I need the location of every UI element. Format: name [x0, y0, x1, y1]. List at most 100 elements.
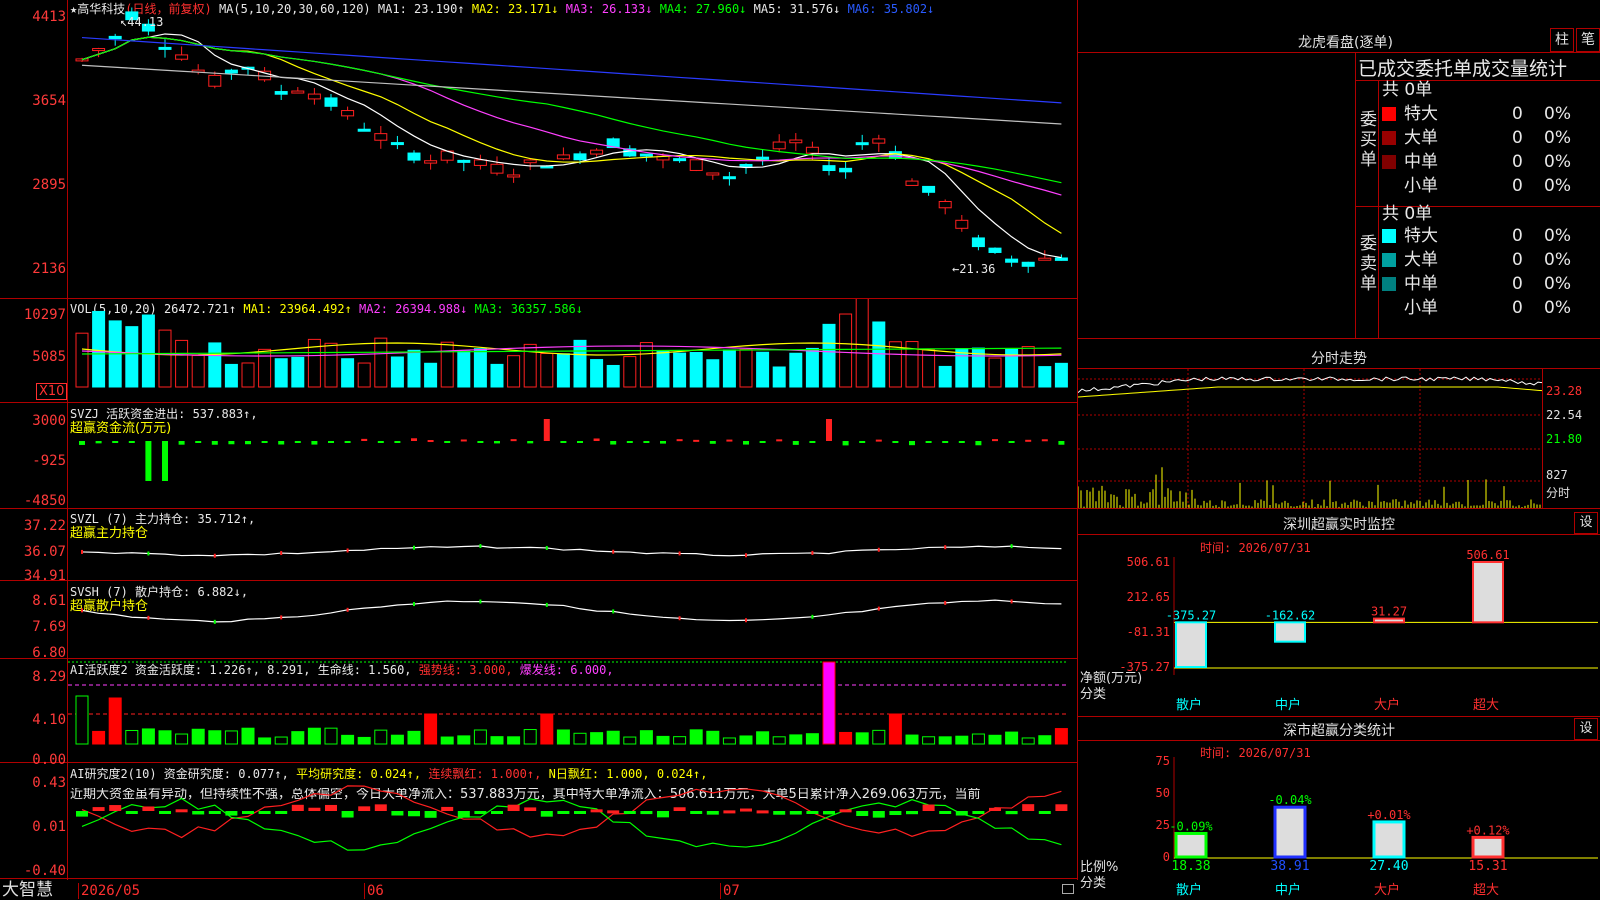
volume-bar [623, 356, 637, 388]
activity-bar [556, 729, 570, 745]
candle-body [307, 93, 321, 100]
research-bar [773, 811, 786, 815]
candle-body [905, 180, 919, 186]
research-bar [1022, 804, 1035, 811]
activity-bar [258, 737, 272, 745]
lock-icon[interactable] [1062, 884, 1074, 894]
volume-chart[interactable] [68, 299, 1077, 402]
monitor-xlabel: 分类 [1080, 687, 1107, 702]
research-bar [706, 811, 719, 815]
ma1-line [81, 33, 1062, 259]
candle-body [274, 91, 288, 95]
stats-bar [1273, 805, 1307, 859]
ai-activity-chart[interactable] [68, 659, 1077, 762]
ma2-line [81, 36, 1062, 234]
monitor-bar [1373, 617, 1405, 624]
svzj-chart[interactable] [68, 403, 1077, 508]
candle-body [988, 247, 1002, 253]
research-bar [1038, 811, 1051, 814]
fund-flow-bar [610, 441, 617, 445]
position-tick [745, 553, 747, 558]
activity-bar [905, 734, 919, 745]
order-percent: 0% [1544, 298, 1571, 318]
fund-flow-bar [826, 419, 832, 441]
candle-body [822, 165, 836, 171]
ai-activity-axis-label: 4.10 [32, 712, 66, 728]
research-bar [607, 810, 620, 814]
research-bar [955, 811, 968, 816]
fund-flow-bar [958, 441, 965, 443]
svzl-axis-label: 37.22 [23, 518, 66, 534]
svzl-chart[interactable] [68, 509, 1077, 580]
legend-swatch [1382, 277, 1396, 291]
stats-title: 深市超赢分类统计 [1283, 723, 1395, 739]
ai-research-chart[interactable] [68, 763, 1077, 878]
candle-body [374, 133, 388, 141]
monitor-settings-button[interactable]: 设 [1574, 512, 1598, 534]
volume-bar [756, 351, 770, 388]
position-tick [1010, 544, 1013, 549]
candle-body [390, 142, 404, 146]
fund-flow-bar [328, 441, 334, 443]
intraday-chart[interactable] [1078, 369, 1542, 509]
volume-bar [739, 348, 753, 388]
research-bar [590, 809, 603, 813]
activity-bar [756, 731, 770, 745]
fund-flow-bar [527, 441, 534, 444]
intraday-panel[interactable]: 分时走势 23.28 22.54 21.80 827 分时 [1078, 346, 1600, 512]
column-mode-button[interactable]: 柱 [1550, 28, 1574, 52]
research-bar [823, 811, 835, 815]
svsh-chart[interactable] [68, 581, 1077, 658]
research-bar [524, 807, 537, 811]
stats-settings-button[interactable]: 设 [1574, 718, 1598, 740]
volume-bar [374, 337, 388, 388]
volume-bar [125, 326, 139, 388]
monitor-bar [1472, 561, 1504, 624]
monitor-category-label: 散户 [1176, 697, 1202, 713]
volume-axis-label: 10297 [23, 307, 66, 323]
order-count: 0 [1512, 152, 1523, 172]
activity-bar [307, 727, 321, 745]
intraday-axis-label: 23.28 [1546, 384, 1583, 398]
research-bar [358, 806, 371, 811]
main-holding-line [81, 545, 1062, 557]
svzl-axis-label: 34.91 [23, 568, 66, 584]
research-bar [740, 808, 752, 812]
fund-flow-bar [992, 439, 998, 442]
fund-flow-bar [743, 441, 749, 445]
volume-bar [772, 366, 786, 388]
volume-bar [673, 352, 687, 388]
activity-bar [374, 729, 388, 745]
research-bar [441, 806, 454, 811]
research-bar [242, 811, 254, 814]
activity-bar [1005, 731, 1019, 745]
fund-flow-bar [444, 441, 451, 443]
price-axis-label: 2895 [32, 177, 66, 193]
volume-unit-badge: X10 [36, 383, 68, 400]
fund-flow-bar [1008, 441, 1015, 443]
legend-swatch [1382, 179, 1396, 193]
position-tick [944, 545, 947, 550]
ai-activity-axis-label: 0.00 [32, 752, 66, 768]
volume-bar [473, 348, 487, 388]
volume-bar [224, 363, 238, 388]
position-tick [678, 551, 681, 556]
svsh-axis-label: 8.61 [32, 593, 66, 609]
research-bar [424, 811, 437, 818]
candle-body [689, 159, 703, 171]
low-price-label: ←21.36 [952, 262, 996, 276]
research-bar [308, 807, 321, 811]
lhb-panel: 龙虎看盘(逐单) 柱 笔 已成交委托单成交量统计 委买单 共 0单 委卖单 共 … [1078, 0, 1600, 346]
stats-change-label: -0.04% [1268, 793, 1312, 807]
volume-bar [175, 339, 189, 388]
order-percent: 0% [1544, 152, 1571, 172]
activity-bar [473, 729, 487, 745]
research-bar [92, 807, 105, 811]
main-chart-area[interactable]: 4413 3654 2895 2136 ★高华科技(日线，前复权) MA(5,1… [0, 0, 1078, 880]
research-bar [557, 811, 570, 814]
position-tick [81, 608, 83, 613]
activity-bar [424, 713, 438, 745]
tick-mode-button[interactable]: 笔 [1576, 28, 1600, 52]
candlestick-chart[interactable] [68, 0, 1077, 298]
fund-flow-bar [494, 441, 500, 444]
